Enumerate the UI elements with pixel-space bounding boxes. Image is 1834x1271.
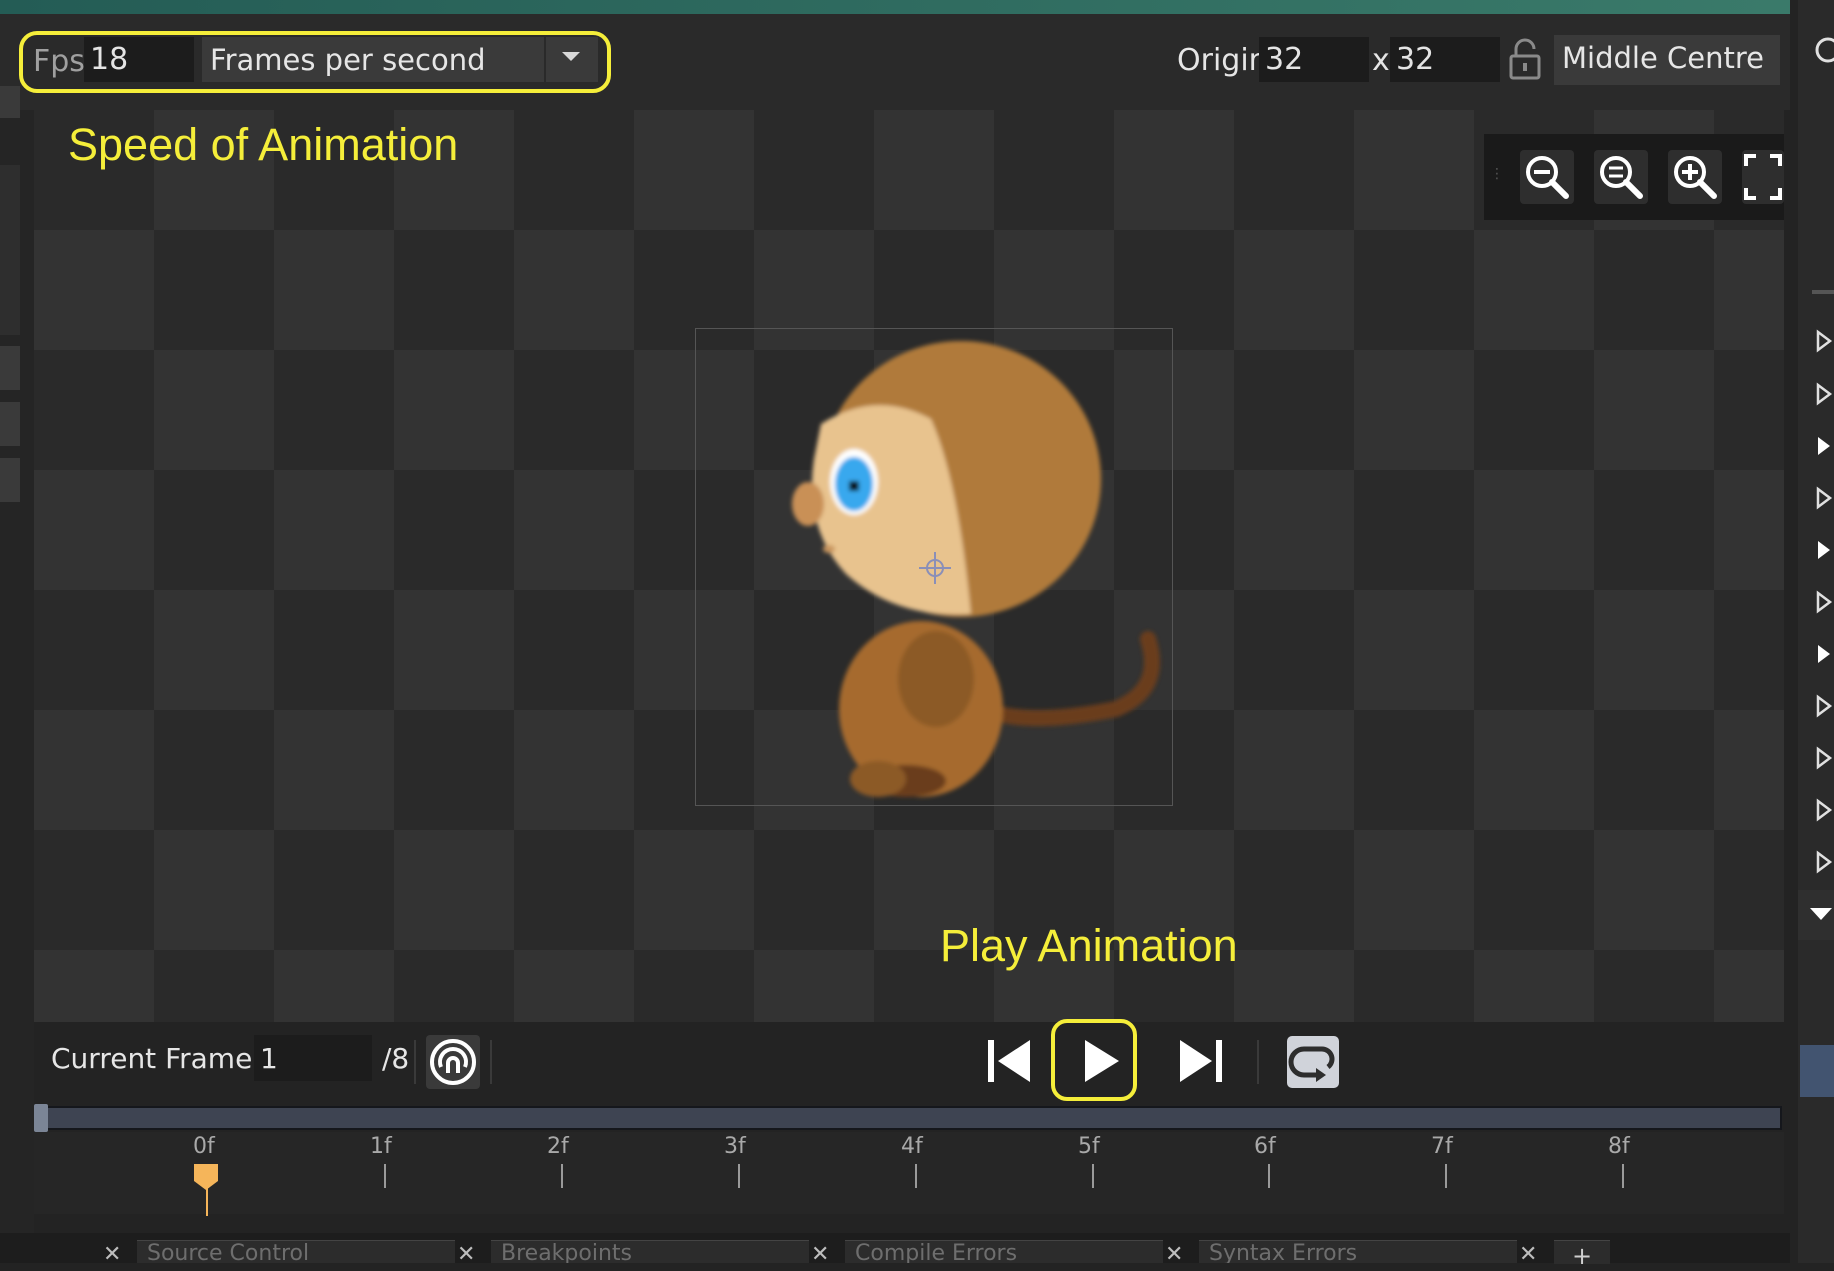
dropdown-divider	[544, 37, 546, 82]
origin-separator: x	[1372, 43, 1390, 78]
divider	[490, 1040, 492, 1084]
speed-annotation: Speed of Animation	[68, 119, 459, 170]
close-icon[interactable]: ✕	[811, 1242, 829, 1267]
timeline-tick	[384, 1164, 386, 1188]
expand-arrow-icon[interactable]	[1812, 850, 1834, 874]
window-top-strip	[0, 0, 1790, 14]
right-divider	[1812, 290, 1834, 294]
timeline-tick	[561, 1164, 563, 1188]
close-icon[interactable]: ✕	[103, 1242, 121, 1267]
zoom-out-button[interactable]	[1520, 150, 1574, 204]
add-tab-button[interactable]: +	[1554, 1240, 1610, 1270]
timeline-tick-label: 5f	[1078, 1134, 1100, 1159]
onion-skin-button[interactable]	[426, 1035, 480, 1089]
zoom-in-icon	[1674, 156, 1717, 199]
total-frames: /8	[382, 1042, 410, 1075]
timeline-tick-label: 0f	[193, 1134, 215, 1159]
zoom-controls: ⋮	[1484, 134, 1784, 220]
expand-arrow-icon[interactable]	[1812, 486, 1834, 510]
origin-label: Origin	[1177, 43, 1268, 78]
chevron-down-icon[interactable]	[562, 52, 580, 61]
close-icon[interactable]: ✕	[1519, 1242, 1537, 1267]
onion-skin-icon	[430, 1039, 476, 1085]
sprite-canvas[interactable]	[34, 110, 1784, 1022]
play-icon[interactable]	[1075, 1036, 1125, 1086]
zoom-in-button[interactable]	[1668, 150, 1722, 204]
skip-to-end-icon[interactable]	[1176, 1036, 1226, 1086]
search-icon[interactable]	[1814, 34, 1834, 66]
timeline-tick	[1268, 1164, 1270, 1188]
expand-arrow-icon[interactable]	[1812, 798, 1834, 822]
scrub-track[interactable]	[34, 1106, 1782, 1130]
timeline-tick-label: 6f	[1254, 1134, 1276, 1159]
current-frame-line	[206, 1188, 208, 1216]
timeline-tick-label: 3f	[724, 1134, 746, 1159]
left-tab[interactable]	[0, 86, 20, 118]
divider	[1257, 1040, 1259, 1084]
left-tab[interactable]	[0, 402, 20, 446]
loop-icon	[1287, 1036, 1339, 1088]
expand-arrow-icon[interactable]	[1812, 694, 1834, 718]
left-tab[interactable]	[0, 346, 20, 390]
current-frame-marker[interactable]	[193, 1163, 219, 1191]
timeline-tick	[1622, 1164, 1624, 1188]
origin-preset-dropdown[interactable]: Middle Centre	[1554, 35, 1780, 85]
fps-unit-dropdown[interactable]: Frames per second	[202, 37, 598, 82]
expand-arrow-icon[interactable]	[1812, 382, 1834, 406]
timeline-tick-label: 4f	[901, 1134, 923, 1159]
tab-source-control[interactable]: Source Control	[137, 1240, 455, 1263]
skip-to-start-icon[interactable]	[984, 1036, 1034, 1086]
fps-input[interactable]	[84, 37, 194, 82]
timeline-tick-label: 1f	[370, 1134, 392, 1159]
collapse-arrow-icon[interactable]	[1808, 904, 1834, 924]
left-tab[interactable]	[0, 458, 20, 502]
expand-arrow-icon[interactable]	[1812, 590, 1834, 614]
timeline-tick-label: 8f	[1608, 1134, 1630, 1159]
close-icon[interactable]: ✕	[1165, 1242, 1183, 1267]
play-annotation: Play Animation	[940, 920, 1238, 971]
loop-button[interactable]	[1286, 1035, 1340, 1089]
grip-handle-icon[interactable]: ⋮	[1490, 166, 1504, 182]
fit-to-screen-icon	[1744, 154, 1782, 200]
timeline-tick	[1092, 1164, 1094, 1188]
tab-breakpoints[interactable]: Breakpoints	[491, 1240, 809, 1263]
origin-y-input[interactable]	[1390, 37, 1500, 82]
tab-compile-errors[interactable]: Compile Errors	[845, 1240, 1163, 1263]
timeline-tick	[738, 1164, 740, 1188]
divider	[414, 1040, 416, 1084]
expand-arrow-icon[interactable]	[1812, 329, 1834, 353]
fps-unit-value: Frames per second	[210, 43, 486, 77]
fit-to-screen-button[interactable]	[1742, 150, 1784, 204]
timeline-tick	[1445, 1164, 1447, 1188]
left-tab[interactable]	[0, 165, 20, 335]
right-scroll-thumb[interactable]	[1800, 1045, 1834, 1097]
expand-arrow-icon[interactable]	[1812, 538, 1834, 562]
sprite-bounds	[695, 328, 1173, 806]
close-icon[interactable]: ✕	[457, 1242, 475, 1267]
scrub-handle[interactable]	[34, 1104, 48, 1132]
expand-arrow-icon[interactable]	[1812, 434, 1834, 458]
expand-arrow-icon[interactable]	[1812, 746, 1834, 770]
tab-syntax-errors[interactable]: Syntax Errors	[1199, 1240, 1517, 1263]
monkey-sprite	[792, 341, 1160, 797]
current-frame-label: Current Frame:	[51, 1042, 262, 1075]
zoom-reset-icon	[1600, 156, 1643, 199]
timeline-tick	[915, 1164, 917, 1188]
current-frame-input[interactable]	[254, 1035, 372, 1081]
zoom-reset-button[interactable]	[1594, 150, 1648, 204]
expand-arrow-icon[interactable]	[1812, 642, 1834, 666]
timeline-tick-label: 2f	[547, 1134, 569, 1159]
lock-icon[interactable]	[1508, 38, 1542, 82]
origin-x-input[interactable]	[1259, 37, 1369, 82]
zoom-out-icon	[1526, 156, 1569, 199]
timeline-tick-label: 7f	[1431, 1134, 1453, 1159]
fps-label: Fps	[33, 44, 85, 79]
